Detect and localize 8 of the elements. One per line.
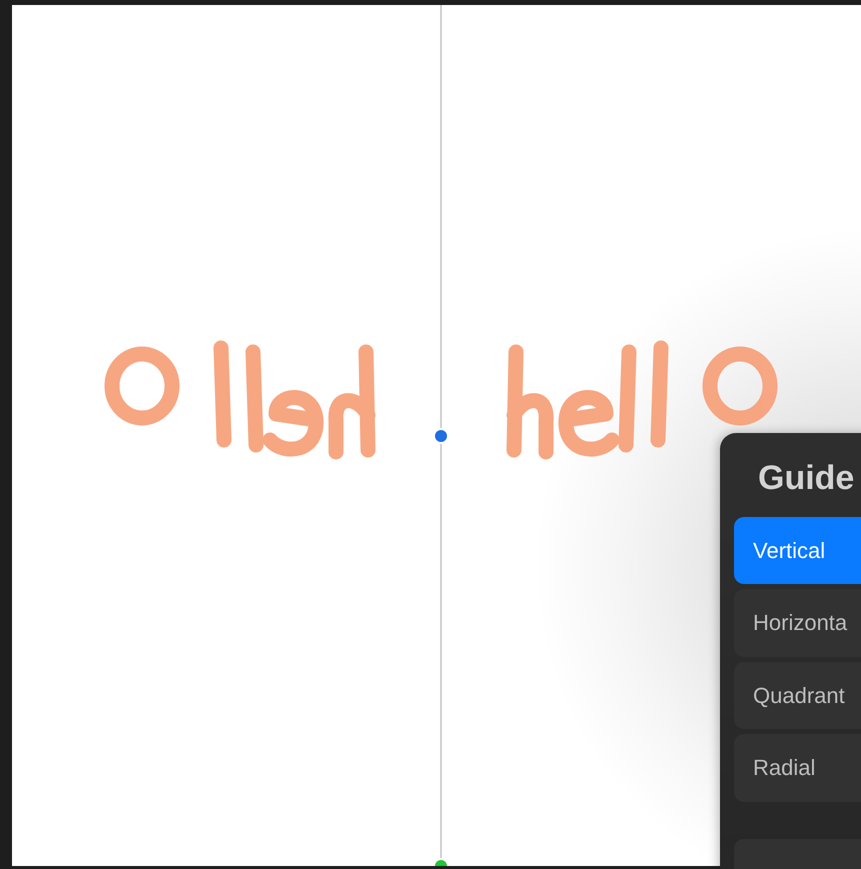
panel-title: Guide xyxy=(758,459,856,498)
drawing-canvas[interactable]: Guide Vertical Horizonta Quadrant Radial xyxy=(12,5,861,866)
guide-option[interactable]: Quadrant xyxy=(734,662,861,730)
guide-option[interactable]: Horizonta xyxy=(734,589,861,657)
guide-handle[interactable] xyxy=(433,858,449,866)
guide-option[interactable]: Vertical xyxy=(734,517,861,584)
guide-option[interactable]: Radial xyxy=(734,734,861,802)
guide-handle[interactable] xyxy=(433,428,449,444)
